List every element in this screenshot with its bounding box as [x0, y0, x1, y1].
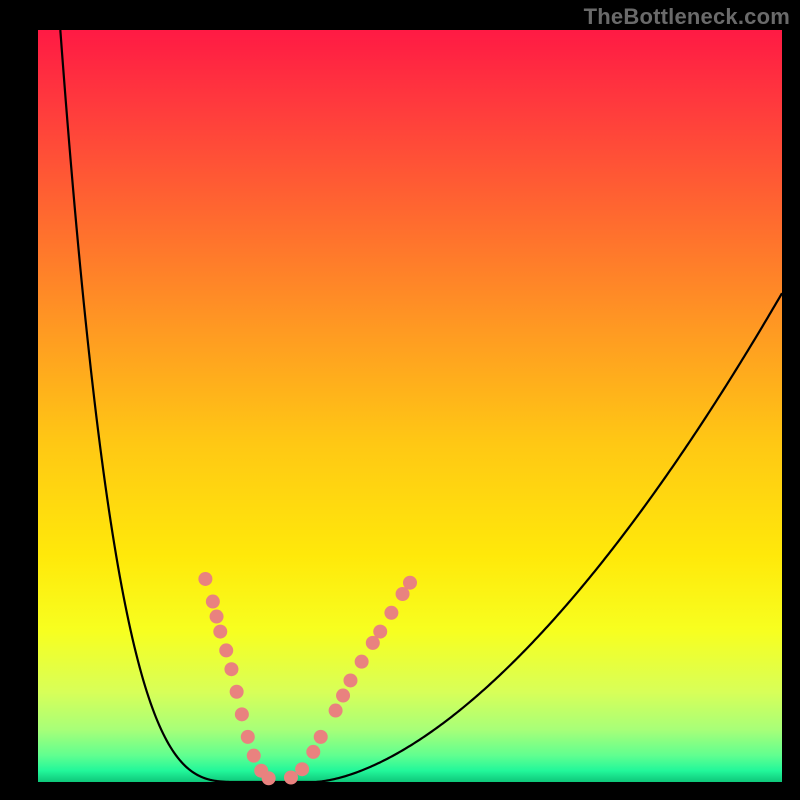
- highlight-dot: [329, 704, 343, 718]
- highlight-dot: [235, 707, 249, 721]
- highlight-dot: [355, 655, 369, 669]
- highlight-dot: [373, 625, 387, 639]
- highlight-dot: [384, 606, 398, 620]
- highlight-dot: [314, 730, 328, 744]
- highlight-dot: [336, 689, 350, 703]
- bottleneck-chart: [0, 0, 800, 800]
- highlight-dot: [403, 576, 417, 590]
- highlight-dot: [230, 685, 244, 699]
- highlight-dot: [343, 673, 357, 687]
- plot-area: [38, 30, 782, 782]
- highlight-dot: [224, 662, 238, 676]
- highlight-dot: [247, 749, 261, 763]
- highlight-dot: [306, 745, 320, 759]
- highlight-dot: [210, 610, 224, 624]
- watermark-text: TheBottleneck.com: [584, 4, 790, 30]
- highlight-dot: [198, 572, 212, 586]
- highlight-dot: [213, 625, 227, 639]
- highlight-dot: [241, 730, 255, 744]
- highlight-dot: [206, 595, 220, 609]
- highlight-dot: [295, 762, 309, 776]
- highlight-dot: [284, 770, 298, 784]
- highlight-dot: [219, 643, 233, 657]
- chart-frame: TheBottleneck.com: [0, 0, 800, 800]
- highlight-dot: [262, 771, 276, 785]
